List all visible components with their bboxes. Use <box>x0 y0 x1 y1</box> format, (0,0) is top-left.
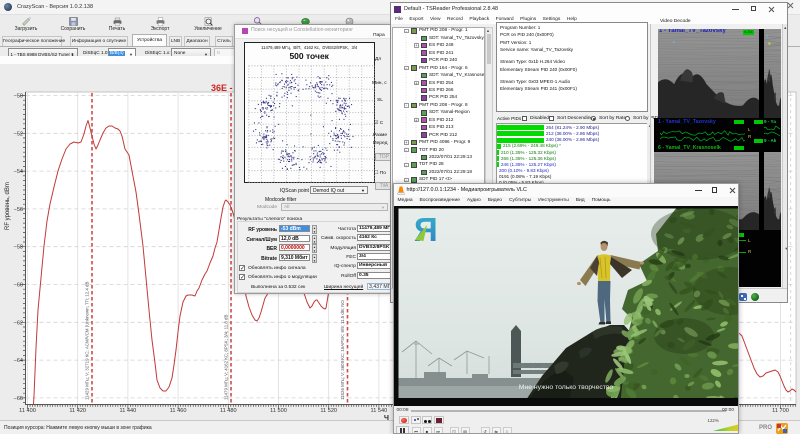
svg-text:Мне нужно только творчество: Мне нужно только творчество <box>518 384 613 391</box>
svg-text:−52: −52 <box>14 131 23 137</box>
svg-text:−54: −54 <box>14 169 23 175</box>
svg-text:RF уровень, dBm: RF уровень, dBm <box>5 182 11 230</box>
svg-text:11526 МГц; V; 3609 КС; 16APSK;: 11526 МГц; V; 3609 КС; 16APSK; 8/9; 11.5… <box>340 300 345 400</box>
svg-text:11429 МГц; V; 32719 КС; ACM/VC: 11429 МГц; V; 32719 КС; ACM/VCM (Unknown… <box>85 282 90 400</box>
svg-text:−64: −64 <box>14 358 23 364</box>
svg-text:−60: −60 <box>14 283 23 289</box>
svg-text:−56: −56 <box>14 207 23 213</box>
svg-text:−66: −66 <box>14 396 23 402</box>
svg-text:−58: −58 <box>14 245 23 251</box>
svg-text:−50: −50 <box>14 94 23 100</box>
svg-text:−62: −62 <box>14 320 23 326</box>
svg-text:11479 МГц; V; 4162 КС; 8PSK; 3: 11479 МГц; V; 4162 КС; 8PSK; 3/4; 11.8 d… <box>224 315 229 400</box>
